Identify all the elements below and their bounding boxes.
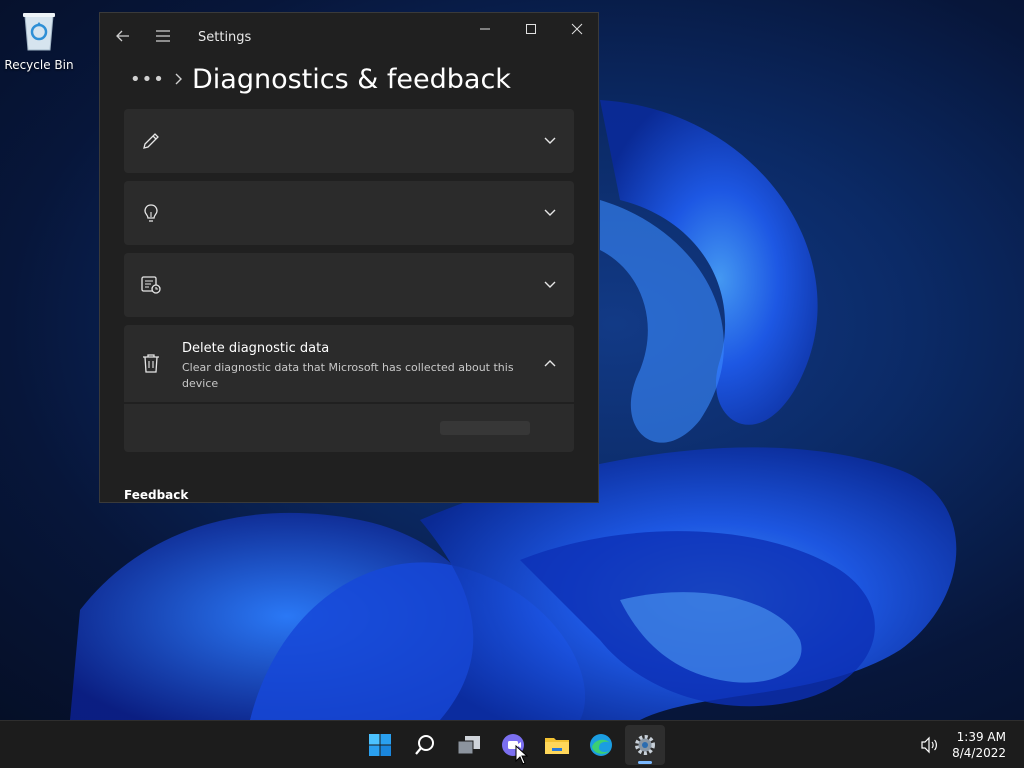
title-bar[interactable]: Settings (100, 13, 598, 57)
settings-card-delete-diagnostic-data[interactable]: Delete diagnostic data Clear diagnostic … (124, 325, 574, 402)
volume-icon (921, 736, 937, 754)
clock-time: 1:39 AM (956, 730, 1006, 744)
back-arrow-icon (116, 30, 129, 42)
taskbar: 1:39 AM 8/4/2022 (0, 720, 1024, 768)
settings-icon (635, 735, 655, 755)
navigation-menu-button[interactable] (148, 21, 178, 51)
minimize-icon (480, 28, 490, 30)
card-title: Delete diagnostic data (182, 341, 330, 356)
minimize-button[interactable] (462, 13, 508, 45)
card-description: Clear diagnostic data that Microsoft has… (182, 361, 514, 390)
settings-card-view-diagnostic-data[interactable] (124, 253, 574, 317)
chevron-right-icon (175, 73, 182, 85)
edge-icon (590, 734, 612, 756)
maximize-icon (526, 24, 536, 34)
back-button[interactable] (108, 21, 138, 51)
file-explorer-icon (545, 738, 569, 754)
hamburger-menu-icon (156, 30, 170, 42)
section-header-feedback: Feedback (124, 488, 189, 502)
settings-window: Settings ••• Diagnostics & feedback Dele… (99, 12, 599, 503)
lightbulb-icon (140, 202, 162, 224)
maximize-button[interactable] (508, 13, 554, 45)
delete-button[interactable] (440, 421, 530, 435)
diagnostic-viewer-icon (140, 274, 162, 296)
chevron-up-icon (540, 353, 560, 373)
system-clock[interactable]: 1:39 AM 8/4/2022 (952, 729, 1006, 761)
settings-button[interactable] (625, 725, 665, 765)
delete-diagnostic-data-panel (124, 404, 574, 452)
task-view-button[interactable] (449, 725, 489, 765)
recycle-bin-icon (23, 13, 55, 51)
app-title: Settings (198, 30, 252, 45)
chat-button[interactable] (493, 725, 533, 765)
search-icon (415, 735, 434, 755)
pen-icon (140, 130, 162, 152)
start-button[interactable] (360, 725, 400, 765)
page-title: Diagnostics & feedback (192, 63, 511, 95)
breadcrumb: ••• Diagnostics & feedback (130, 59, 511, 99)
start-icon (369, 734, 391, 756)
breadcrumb-more-button[interactable]: ••• (130, 69, 164, 90)
running-indicator (638, 761, 652, 764)
close-button[interactable] (554, 13, 598, 45)
breadcrumb-separator (164, 73, 192, 85)
edge-button[interactable] (581, 725, 621, 765)
task-view-icon (457, 736, 480, 755)
trash-icon (140, 352, 162, 374)
search-button[interactable] (405, 725, 445, 765)
file-explorer-button[interactable] (537, 725, 577, 765)
recycle-bin[interactable]: Recycle Bin (4, 8, 74, 78)
chevron-down-icon (540, 131, 560, 151)
chevron-down-icon (540, 203, 560, 223)
settings-card-inking-typing[interactable] (124, 109, 574, 173)
mouse-cursor-icon (515, 745, 529, 765)
clock-date: 8/4/2022 (952, 746, 1006, 760)
settings-card-tailored-experiences[interactable] (124, 181, 574, 245)
close-icon (571, 23, 583, 35)
volume-button[interactable] (920, 735, 940, 755)
chevron-down-icon (540, 275, 560, 295)
recycle-bin-label: Recycle Bin (4, 58, 74, 72)
